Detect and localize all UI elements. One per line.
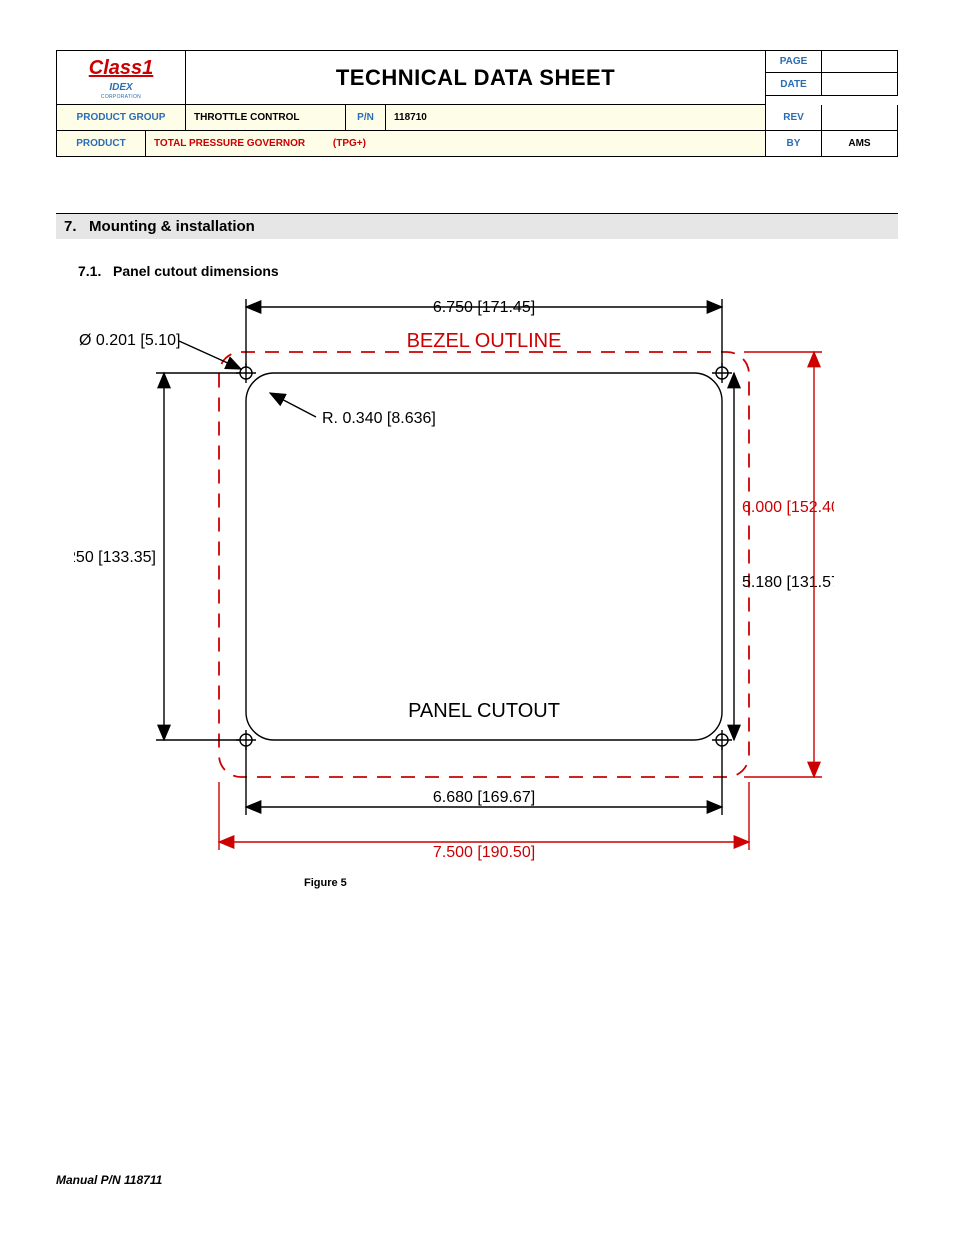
dim-height-holes: 5.250 [133.35]	[74, 549, 156, 566]
product-group-value: THROTTLE CONTROL	[186, 105, 346, 131]
pn-label: P/N	[346, 105, 386, 131]
header-row-2: PRODUCT GROUP THROTTLE CONTROL P/N 11871…	[56, 105, 898, 131]
subsection-title: Panel cutout dimensions	[113, 263, 279, 279]
dim-cutout-width: 6.680 [169.67]	[433, 789, 535, 806]
dim-cutout-height: 5.180 [131.57]	[742, 574, 834, 591]
dim-bezel-height: 6.000 [152.40]	[742, 499, 834, 516]
dim-bezel-width: 7.500 [190.50]	[433, 844, 535, 861]
subsection-num: 7.1.	[78, 263, 101, 279]
logo-line1: Class1	[57, 57, 185, 80]
product-label: PRODUCT	[56, 131, 146, 157]
subsection-heading: 7.1. Panel cutout dimensions	[56, 263, 898, 279]
page-label: PAGE	[766, 50, 822, 73]
page-value	[822, 50, 898, 73]
figure-caption: Figure 5	[304, 877, 898, 889]
panel-cutout-rect	[246, 373, 722, 740]
section-heading: 7. Mounting & installation	[56, 213, 898, 239]
footer-manual-pn: Manual P/N 118711	[56, 1173, 162, 1187]
header-row-1: Class1 IDEX CORPORATION TECHNICAL DATA S…	[56, 50, 898, 105]
dim-width-holes: 6.750 [171.45]	[433, 299, 535, 316]
pn-value: 118710	[386, 105, 766, 131]
rev-value	[822, 105, 898, 131]
section-num: 7.	[64, 218, 77, 235]
logo-line2: IDEX	[57, 82, 185, 93]
hole-marks	[236, 363, 732, 750]
by-label: BY	[766, 131, 822, 157]
date-value	[822, 73, 898, 96]
product-group-label: PRODUCT GROUP	[56, 105, 186, 131]
logo-cell: Class1 IDEX CORPORATION	[56, 50, 186, 105]
bezel-label: BEZEL OUTLINE	[407, 330, 562, 352]
figure-5: 6.750 [171.45] BEZEL OUTLINE Ø 0.201 [5.…	[74, 297, 834, 867]
dim-radius: R. 0.340 [8.636]	[322, 410, 436, 427]
date-label: DATE	[766, 73, 822, 96]
doc-title: TECHNICAL DATA SHEET	[186, 50, 766, 105]
section-title: Mounting & installation	[89, 218, 255, 235]
header-row-3: PRODUCT TOTAL PRESSURE GOVERNOR (TPG+) B…	[56, 131, 898, 157]
product-value: TOTAL PRESSURE GOVERNOR (TPG+)	[146, 131, 766, 157]
dim-hole-dia: Ø 0.201 [5.10]	[79, 332, 180, 349]
rev-label: REV	[766, 105, 822, 131]
panel-cutout-label: PANEL CUTOUT	[408, 700, 560, 722]
logo-line3: CORPORATION	[57, 94, 185, 100]
by-value: AMS	[822, 131, 898, 157]
